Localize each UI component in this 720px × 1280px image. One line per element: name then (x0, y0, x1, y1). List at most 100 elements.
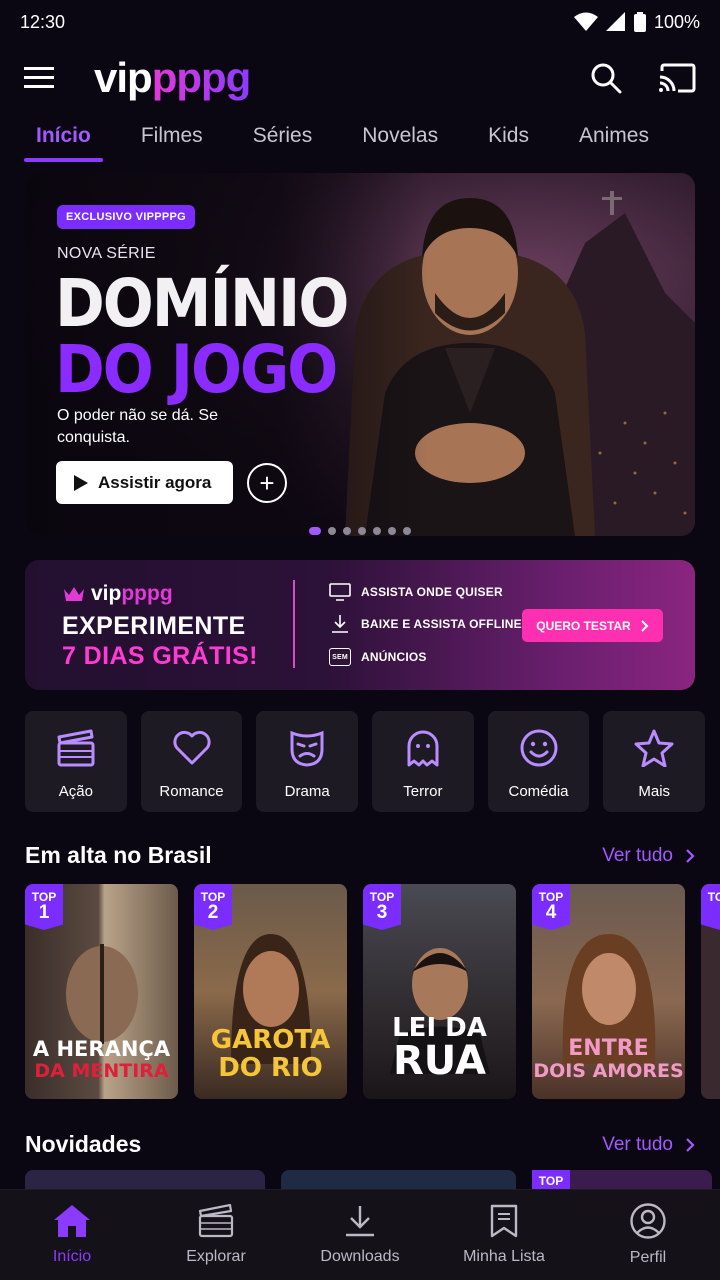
genre-label: Mais (638, 783, 671, 800)
carousel-dot[interactable] (309, 527, 321, 535)
genre-label: Drama (284, 783, 330, 800)
see-all-label: Ver tudo (602, 844, 673, 866)
hero-banner[interactable]: EXCLUSIVO VIPPPPG NOVA SÉRIE DOMÍNIO DO … (25, 173, 695, 536)
search-icon[interactable] (590, 62, 622, 94)
tab-series[interactable]: Séries (253, 112, 313, 162)
mask-icon (290, 730, 324, 767)
genre-acao[interactable]: Ação (25, 711, 127, 812)
news-card[interactable] (25, 1170, 265, 1190)
see-all-label: Ver tudo (602, 1133, 673, 1155)
carousel-dot[interactable] (373, 527, 381, 535)
carousel-indicator (309, 527, 411, 535)
poster-card[interactable]: TOP 2 GAROTA DO RIO (194, 884, 347, 1099)
menu-icon[interactable] (24, 66, 54, 90)
top-rank-badge: TOP 3 (363, 884, 401, 930)
tab-novelas[interactable]: Novelas (362, 112, 438, 162)
download-icon (346, 1206, 374, 1237)
carousel-dot[interactable] (343, 527, 351, 535)
carousel-dot[interactable] (403, 527, 411, 535)
genre-mais[interactable]: Mais (603, 711, 706, 812)
nav-label: Downloads (320, 1248, 400, 1265)
clapperboard-icon (198, 1204, 234, 1238)
nav-downloads[interactable]: Downloads (300, 1204, 420, 1266)
try-free-button[interactable]: QUERO TESTAR (522, 609, 663, 642)
tab-filmes[interactable]: Filmes (141, 112, 203, 162)
tab-inicio[interactable]: Início (24, 112, 103, 162)
genre-label: Comédia (508, 783, 569, 800)
chevron-right-icon (686, 848, 695, 863)
nav-label: Minha Lista (463, 1248, 545, 1265)
nav-home[interactable]: Início (12, 1204, 132, 1266)
poster-card[interactable]: TOP 4 ENTRE DOIS AMORES (532, 884, 685, 1099)
genre-terror[interactable]: Terror (372, 711, 474, 812)
see-all-link[interactable]: Ver tudo (602, 1134, 695, 1156)
feature-watch-anywhere: ASSISTA ONDE QUISER (329, 583, 503, 601)
section-title: Novidades (25, 1131, 142, 1157)
trending-section-header: Em alta no Brasil Ver tudo (25, 842, 695, 869)
genre-romance[interactable]: Romance (140, 711, 243, 812)
monitor-icon (329, 583, 351, 601)
nav-profile[interactable]: Perfil (588, 1203, 708, 1267)
genre-label: Romance (159, 783, 224, 800)
nav-explore[interactable]: Explorar (156, 1204, 276, 1266)
watch-now-button[interactable]: Assistir agora (56, 461, 233, 504)
promo-title-line1: EXPERIMENTE (62, 612, 246, 640)
bottom-navigation: Início Explorar Downloads Minha Lista Pe… (0, 1189, 720, 1280)
news-carousel: TOP (25, 1170, 720, 1190)
hero-title-line2: DO JOGO (55, 331, 338, 409)
top-rank-badge: TOP (701, 884, 720, 930)
trial-promo-banner[interactable]: vippppg EXPERIMENTE 7 DIAS GRÁTIS! ASSIS… (25, 560, 695, 690)
nav-label: Explorar (186, 1248, 246, 1265)
clapperboard-icon (57, 729, 95, 767)
genre-comedia[interactable]: Comédia (487, 711, 590, 812)
trending-carousel: TOP 1 A HERANÇA DA MENTIRA TOP 2 GAROTA DO… (25, 884, 720, 1099)
section-title: Em alta no Brasil (25, 842, 212, 868)
star-icon (634, 729, 674, 767)
hero-title-line1: DOMÍNIO (55, 265, 349, 343)
exclusive-badge: EXCLUSIVO VIPPPPG (57, 205, 196, 229)
nav-label: Início (52, 1248, 92, 1265)
top-rank-badge: TOP 1 (25, 884, 63, 930)
add-to-list-button[interactable]: + (247, 463, 287, 503)
news-card[interactable] (281, 1170, 516, 1190)
chevron-right-icon (686, 1137, 695, 1152)
genre-shortcuts: Ação Romance Drama Terror Comédia Mais (25, 711, 706, 812)
no-ads-icon: SEM (329, 648, 351, 666)
news-card[interactable]: TOP (532, 1170, 712, 1190)
carousel-dot[interactable] (358, 527, 366, 535)
poster-title: GAROTA DO RIO (210, 1025, 331, 1083)
hero-tagline: O poder não se dá. Se conquista. (57, 407, 218, 446)
carousel-dot[interactable] (388, 527, 396, 535)
poster-card[interactable]: TOP 1 A HERANÇA DA MENTIRA (25, 884, 178, 1099)
nav-label: Perfil (629, 1249, 667, 1266)
top-rank-badge: TOP 4 (532, 884, 570, 930)
watch-now-label: Assistir agora (98, 472, 212, 492)
feature-label: ASSISTA ONDE QUISER (361, 585, 503, 599)
tab-animes[interactable]: Animes (579, 112, 649, 162)
play-icon (74, 474, 88, 491)
download-icon (332, 615, 348, 633)
promo-divider (293, 580, 295, 668)
status-bar: 12:30 100% (0, 0, 720, 44)
home-icon (54, 1205, 90, 1237)
genre-drama[interactable]: Drama (256, 711, 359, 812)
poster-title: A HERANÇA DA MENTIRA (32, 1037, 171, 1082)
see-all-link[interactable]: Ver tudo (602, 845, 695, 867)
poster-title: LEI DA RUA (392, 1013, 487, 1084)
top-rank-badge: TOP 2 (194, 884, 232, 930)
feature-label: ANÚNCIOS (361, 650, 427, 664)
tab-kids[interactable]: Kids (488, 112, 529, 162)
feature-label: BAIXE E ASSISTA OFFLINE (361, 617, 522, 631)
try-free-label: QUERO TESTAR (536, 618, 631, 633)
chevron-right-icon (641, 619, 649, 632)
nav-my-list[interactable]: Minha Lista (444, 1204, 564, 1266)
promo-logo-primary: vip (91, 582, 122, 605)
category-tabs: Início Filmes Séries Novelas Kids Animes (0, 112, 720, 166)
cast-icon[interactable] (658, 63, 696, 93)
poster-card[interactable]: TOP 3 LEI DA RUA (363, 884, 516, 1099)
carousel-dot[interactable] (328, 527, 336, 535)
poster-card[interactable]: TOP (701, 884, 720, 1099)
app-logo[interactable]: vippppg (94, 57, 251, 99)
top-rank-badge: TOP (532, 1170, 570, 1190)
promo-title-line2: 7 DIAS GRÁTIS! (62, 642, 258, 670)
